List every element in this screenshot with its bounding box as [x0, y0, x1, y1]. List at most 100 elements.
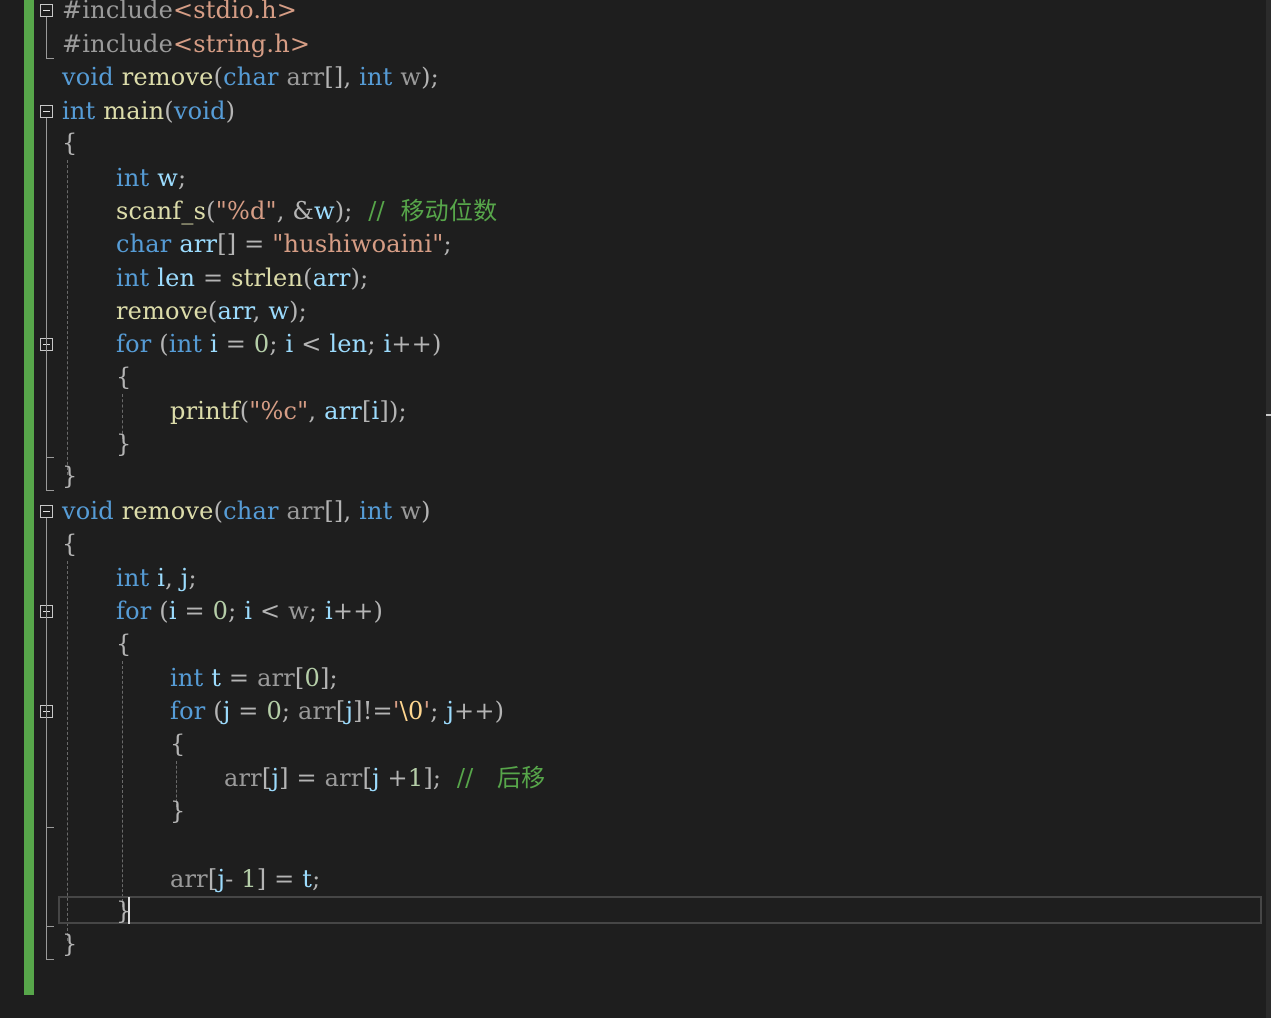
- collapse-main-icon[interactable]: [40, 105, 53, 118]
- code-line[interactable]: scanf_s("%d", &w); // 移动位数: [116, 196, 497, 226]
- code-line[interactable]: for (int i = 0; i < len; i++): [116, 329, 442, 359]
- code-line[interactable]: }: [62, 461, 77, 491]
- collapse-include-icon[interactable]: [40, 4, 53, 17]
- code-line[interactable]: for (i = 0; i < w; i++): [116, 596, 383, 626]
- code-token: 0: [253, 330, 270, 358]
- code-token: ]);: [379, 397, 407, 425]
- code-editor[interactable]: #include<stdio.h> #include<string.h> void …: [0, 0, 1271, 1018]
- outline-line: [46, 490, 54, 491]
- code-token: void: [62, 63, 114, 91]
- code-token: (: [205, 697, 223, 725]
- code-token: // 移动位数: [368, 197, 498, 225]
- code-token: );: [334, 197, 369, 225]
- code-line[interactable]: #include<stdio.h>: [62, 0, 297, 25]
- code-token: arr: [324, 397, 362, 425]
- code-token: (: [303, 264, 313, 292]
- code-line[interactable]: int main(void): [62, 96, 235, 126]
- code-token: (: [151, 330, 169, 358]
- code-token: j: [446, 697, 455, 725]
- code-token: w: [268, 297, 290, 325]
- code-token: <: [252, 597, 289, 625]
- code-token: arr: [312, 264, 351, 292]
- code-line[interactable]: void remove(char arr[], int w): [62, 496, 431, 526]
- code-line[interactable]: for (j = 0; arr[j]!='\0'; j++): [170, 696, 504, 726]
- code-line[interactable]: char arr[] = "hushiwoaini";: [116, 229, 452, 259]
- code-line[interactable]: int len = strlen(arr);: [116, 263, 368, 293]
- outline-line: [46, 718, 47, 828]
- code-token: 0: [212, 597, 229, 625]
- code-token: [: [207, 865, 218, 893]
- code-token: main: [103, 97, 165, 125]
- code-token: arr: [217, 297, 253, 325]
- indent-guide: [67, 561, 68, 941]
- code-token: j: [345, 697, 354, 725]
- code-token: (: [213, 63, 224, 91]
- change-tracking-bar: [24, 0, 34, 995]
- code-line[interactable]: {: [62, 128, 77, 158]
- code-token: ] =: [279, 764, 325, 792]
- code-token: char: [116, 230, 172, 258]
- code-token: ;: [308, 597, 326, 625]
- code-token: char: [223, 63, 279, 91]
- code-token: void: [173, 97, 226, 125]
- code-line[interactable]: void remove(char arr[], int w);: [62, 62, 439, 92]
- outline-line: [46, 351, 47, 457]
- current-line-highlight: [58, 896, 1262, 924]
- collapse-remove-function-icon[interactable]: [40, 505, 53, 518]
- code-token: <stdio.h>: [172, 0, 298, 24]
- code-token: {: [62, 129, 78, 157]
- outline-line: [46, 827, 54, 828]
- code-token: i: [157, 564, 166, 592]
- code-line[interactable]: {: [116, 362, 131, 392]
- vertical-scrollbar[interactable]: [1266, 0, 1271, 1018]
- code-token: for: [116, 597, 152, 625]
- code-token: =: [221, 664, 258, 692]
- code-line[interactable]: arr[j] = arr[j +1]; // 后移: [224, 763, 545, 793]
- code-token: ,: [252, 297, 269, 325]
- code-token: int: [168, 330, 203, 358]
- code-token: (: [239, 397, 250, 425]
- code-token: (: [207, 297, 218, 325]
- code-line[interactable]: {: [62, 529, 77, 559]
- code-token: for: [170, 697, 206, 725]
- code-line[interactable]: }: [116, 896, 131, 926]
- code-token: ': [392, 697, 400, 725]
- code-token: void: [62, 497, 114, 525]
- code-token: [],: [324, 63, 360, 91]
- code-token: ++): [332, 597, 384, 625]
- code-token: =: [230, 697, 267, 725]
- code-token: arr: [286, 63, 325, 91]
- code-token: w: [400, 497, 422, 525]
- code-token: (: [151, 597, 169, 625]
- code-line[interactable]: remove(arr, w);: [116, 296, 307, 326]
- code-token: arr: [257, 664, 295, 692]
- code-token: len: [157, 264, 196, 292]
- code-line[interactable]: {: [170, 729, 185, 759]
- code-line[interactable]: {: [116, 629, 131, 659]
- code-token: <string.h>: [172, 30, 311, 58]
- code-token: int: [62, 97, 96, 125]
- code-token: arr: [170, 865, 208, 893]
- code-line[interactable]: int t = arr[0];: [170, 663, 338, 693]
- code-token: }: [62, 930, 78, 958]
- code-line[interactable]: printf("%c", arr[i]);: [170, 396, 407, 426]
- code-token: }: [116, 897, 132, 925]
- code-line[interactable]: #include<string.h>: [62, 29, 310, 59]
- code-token: i: [325, 597, 333, 625]
- code-line[interactable]: }: [116, 429, 131, 459]
- indent-guide: [67, 160, 68, 475]
- outline-line: [46, 926, 54, 927]
- code-token: arr: [324, 764, 363, 792]
- code-line[interactable]: int i, j;: [116, 563, 197, 593]
- code-line[interactable]: }: [170, 796, 185, 826]
- outline-line: [46, 959, 54, 960]
- code-line[interactable]: int w;: [116, 163, 186, 193]
- code-token: {: [62, 530, 78, 558]
- code-token: for: [116, 330, 152, 358]
- code-token: \0: [399, 697, 424, 725]
- code-token: {: [170, 730, 186, 758]
- code-line[interactable]: arr[j- 1] = t;: [170, 864, 320, 894]
- code-token: ;: [269, 330, 286, 358]
- code-token: int: [170, 664, 204, 692]
- code-line[interactable]: }: [62, 929, 77, 959]
